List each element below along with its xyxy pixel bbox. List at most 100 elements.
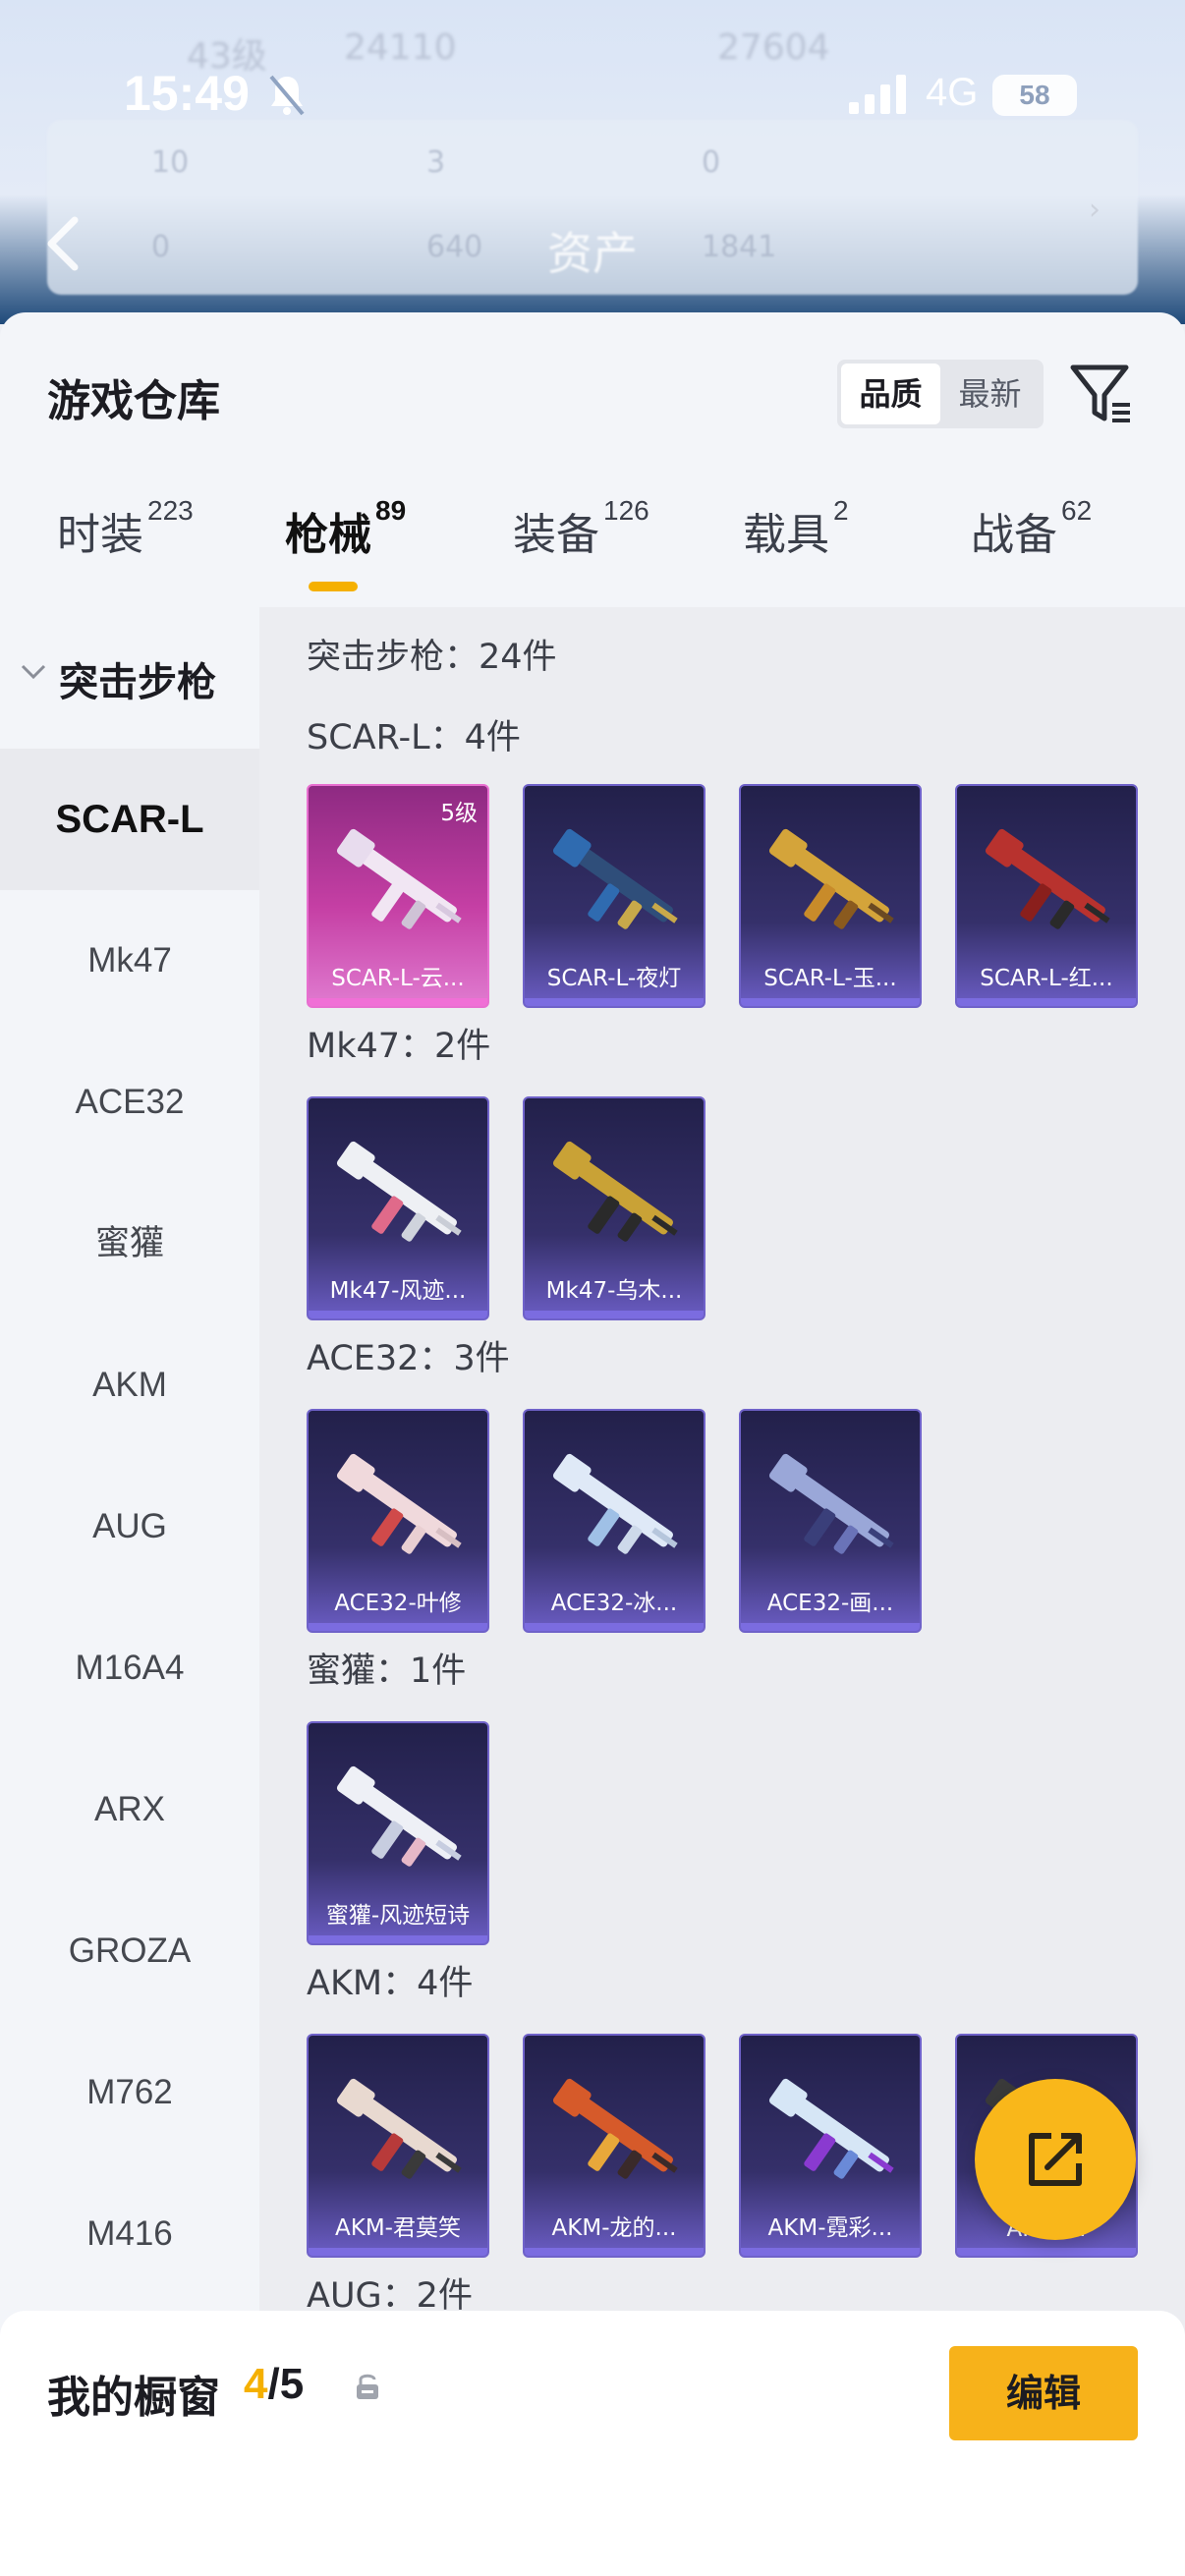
weapon-card[interactable]: AKM-君莫笑 <box>307 2034 489 2258</box>
rarity-bar <box>741 2248 920 2256</box>
weapon-card[interactable]: 5级 SCAR-L-云... <box>307 784 489 1008</box>
sheet-title: 游戏仓库 <box>47 376 220 426</box>
tab-supplies[interactable]: 战备 62 <box>971 495 1092 562</box>
showcase-total: /5 <box>267 2360 305 2408</box>
weapon-name: AKM-君莫笑 <box>335 2215 461 2241</box>
rifle-icon <box>336 1141 462 1242</box>
weapon-card[interactable]: SCAR-L-红... <box>955 784 1138 1008</box>
rarity-bar <box>525 998 704 1006</box>
tab-equipment[interactable]: 装备 126 <box>513 495 649 562</box>
tab-count: 126 <box>603 495 649 526</box>
sidebar-item-m762[interactable]: M762 <box>0 2022 259 2163</box>
rifle-icon <box>552 1453 678 1554</box>
rarity-bar <box>741 1623 920 1631</box>
rifle-icon <box>336 1453 462 1554</box>
sidebar-item-arx[interactable]: ARX <box>0 1739 259 1880</box>
weapon-card[interactable]: Mk47-风迹... <box>307 1096 489 1320</box>
share-button[interactable] <box>975 2079 1136 2240</box>
weapon-card[interactable]: ACE32-叶修 <box>307 1409 489 1633</box>
rarity-bar <box>309 1311 487 1318</box>
sidebar-item-aug[interactable]: AUG <box>0 1456 259 1597</box>
sidebar-item-m16a4[interactable]: M16A4 <box>0 1597 259 1739</box>
rifle-icon <box>768 2078 894 2179</box>
rarity-bar <box>309 2248 487 2256</box>
edit-button[interactable]: 编辑 <box>949 2346 1138 2440</box>
chevron-right-icon: › <box>1089 193 1100 227</box>
weapon-name: ACE32-画... <box>766 1591 894 1616</box>
weapon-card[interactable]: AKM-霓彩... <box>739 2034 922 2258</box>
sort-quality-button[interactable]: 品质 <box>841 364 940 424</box>
rifle-icon <box>768 828 894 929</box>
sort-toggle: 品质 最新 <box>837 360 1044 428</box>
showcase-title: 我的橱窗 <box>47 2373 220 2423</box>
back-icon[interactable] <box>43 214 83 273</box>
rarity-bar <box>741 998 920 1006</box>
tab-vehicles[interactable]: 载具 2 <box>743 495 849 562</box>
weapon-name: 蜜獾-风迹短诗 <box>325 1903 471 1929</box>
sidebar-item-honey-badger[interactable]: 蜜獾 <box>0 1173 259 1315</box>
tab-guns[interactable]: 枪械 89 <box>285 495 406 562</box>
showcase-bar: 我的橱窗 4/5 编辑 <box>0 2311 1185 2576</box>
weapon-name: SCAR-L-夜灯 <box>546 966 682 991</box>
rifle-icon <box>336 2078 462 2179</box>
rarity-bar <box>525 1311 704 1318</box>
sidebar-item-groza[interactable]: GROZA <box>0 1880 259 2022</box>
sidebar-item-akm[interactable]: AKM <box>0 1315 259 1456</box>
rarity-bar <box>309 1935 487 1943</box>
rifle-icon <box>336 1765 462 1867</box>
showcase-current: 4 <box>244 2360 268 2408</box>
tab-label: 装备 <box>513 510 599 560</box>
network-type: 4G <box>926 71 979 114</box>
weapon-card[interactable]: SCAR-L-夜灯 <box>523 784 705 1008</box>
tab-fashion[interactable]: 时装 223 <box>57 495 194 562</box>
asset-value: 0 <box>702 145 721 180</box>
rifle-icon <box>552 1141 678 1242</box>
signal-icon <box>849 75 906 114</box>
weapon-sidebar: 突击步枪 SCAR-L Mk47 ACE32 蜜獾 AKM AUG M16A4 … <box>0 607 259 2576</box>
sidebar-group-assault-rifles[interactable]: 突击步枪 <box>0 607 259 749</box>
lock-icon[interactable] <box>354 2372 381 2401</box>
asset-value: 10 <box>151 145 190 180</box>
tab-count: 89 <box>375 495 407 526</box>
weapon-card[interactable]: ACE32-冰... <box>523 1409 705 1633</box>
filter-icon[interactable] <box>1069 362 1134 426</box>
group-title-honey-badger: 蜜獾：1件 <box>307 1652 467 1691</box>
weapon-list: 突击步枪：24件 SCAR-L：4件 5级 SCAR-L-云... SCAR-L… <box>259 607 1185 2576</box>
sort-newest-button[interactable]: 最新 <box>940 364 1040 424</box>
chevron-down-icon <box>21 664 46 680</box>
tab-count: 223 <box>147 495 194 526</box>
rarity-bar <box>525 1623 704 1631</box>
background-title: 资产 <box>547 227 638 280</box>
rarity-bar <box>957 2248 1136 2256</box>
sidebar-item-m416[interactable]: M416 <box>0 2163 259 2305</box>
showcase-count: 4/5 <box>244 2360 304 2409</box>
sidebar-item-ace32[interactable]: ACE32 <box>0 1032 259 1173</box>
group-title-ace32: ACE32：3件 <box>307 1339 510 1378</box>
weapon-name: AKM-龙的... <box>551 2215 677 2241</box>
tab-label: 枪械 <box>285 510 371 560</box>
group-title-mk47: Mk47：2件 <box>307 1027 491 1066</box>
weapon-card[interactable]: SCAR-L-玉... <box>739 784 922 1008</box>
background-page: 43级 24110 27604 10 3 0 0 640 1841 资产 › <box>0 0 1185 324</box>
weapon-card[interactable]: AKM-龙的... <box>523 2034 705 2258</box>
category-tabs: 时装 223 枪械 89 装备 126 载具 2 战备 62 <box>0 495 1185 588</box>
weapon-card[interactable]: Mk47-乌木... <box>523 1096 705 1320</box>
weapon-name: ACE32-叶修 <box>334 1591 462 1616</box>
sidebar-group-label: 突击步枪 <box>59 660 216 705</box>
sidebar-item-mk47[interactable]: Mk47 <box>0 890 259 1032</box>
battery-level: 58 <box>992 75 1077 116</box>
tab-label: 载具 <box>743 510 829 560</box>
weapon-name: Mk47-乌木... <box>545 1278 683 1304</box>
bell-muted-icon <box>269 75 305 116</box>
rarity-bar <box>525 2248 704 2256</box>
rarity-bar <box>309 1623 487 1631</box>
weapon-name: SCAR-L-云... <box>331 966 465 991</box>
group-title-scar-l: SCAR-L：4件 <box>307 718 521 757</box>
asset-value: 3 <box>426 145 446 180</box>
rarity-bar <box>309 998 487 1006</box>
weapon-card[interactable]: ACE32-画... <box>739 1409 922 1633</box>
group-title-akm: AKM：4件 <box>307 1964 474 2003</box>
sidebar-item-scar-l[interactable]: SCAR-L <box>0 749 259 890</box>
weapon-card[interactable]: 蜜獾-风迹短诗 <box>307 1721 489 1945</box>
active-tab-indicator <box>309 582 358 591</box>
